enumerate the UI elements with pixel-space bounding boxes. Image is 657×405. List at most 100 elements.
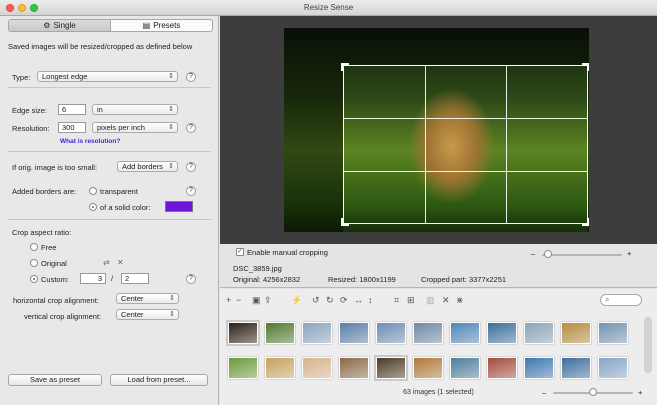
thumbnail[interactable] (413, 357, 443, 379)
image-viewer (220, 16, 657, 244)
crop-grid-line (506, 66, 507, 223)
zoom-slider-knob[interactable] (544, 250, 553, 258)
thumbnail[interactable] (487, 322, 517, 344)
thumbnail[interactable] (598, 322, 628, 344)
too-small-help-button[interactable]: ? (186, 162, 196, 172)
aspect-width-input[interactable]: 3 (80, 273, 106, 284)
divider (8, 219, 211, 220)
flip-horizontal-icon[interactable]: ↔ (354, 295, 363, 305)
borders-solid-label: of a solid color: (100, 203, 151, 212)
rotate-right-icon[interactable]: ↻ (326, 295, 334, 306)
thumbnail[interactable] (265, 322, 295, 344)
border-color-swatch[interactable] (165, 201, 193, 212)
remove-icon[interactable]: − (236, 295, 241, 305)
crop-mask-top (284, 28, 589, 65)
resized-size: Resized: 1800x1199 (328, 275, 396, 284)
tab-single[interactable]: ⚙ Single (9, 20, 111, 31)
aspect-help-button[interactable]: ? (186, 274, 196, 284)
auto-icon[interactable]: ⚡ (291, 295, 302, 306)
thumbnail[interactable] (265, 357, 295, 379)
thumb-size-plus-icon[interactable]: + (638, 388, 642, 397)
crop-handle-top-right[interactable] (582, 63, 589, 71)
thumbnail[interactable] (226, 320, 260, 346)
thumbnail[interactable] (524, 322, 554, 344)
save-as-preset-button[interactable]: Save as preset (8, 374, 102, 386)
swap-icon[interactable]: ⇄ (103, 258, 110, 267)
crop-handle-top-left[interactable] (341, 63, 349, 71)
resolution-help-button[interactable]: ? (186, 123, 196, 133)
rotate-icon[interactable]: ⟳ (340, 295, 348, 306)
grid-icon[interactable]: ⊞ (407, 295, 415, 306)
thumbnail[interactable] (339, 357, 369, 379)
clear-icon[interactable]: ✕ (117, 258, 124, 267)
thumbnail[interactable] (302, 357, 332, 379)
crop-icon[interactable]: ⌗ (394, 295, 399, 306)
thumb-size-slider-knob[interactable] (589, 388, 597, 396)
v-align-select[interactable]: Center (116, 309, 179, 320)
crop-handle-bottom-left[interactable] (341, 218, 349, 226)
thumbnail[interactable] (450, 322, 480, 344)
zoom-out-icon[interactable]: – (531, 249, 535, 258)
thumbnail[interactable] (302, 322, 332, 344)
thumbnail[interactable] (339, 322, 369, 344)
aspect-custom-radio[interactable] (30, 275, 38, 283)
zoom-slider-track[interactable] (542, 254, 622, 256)
flip-vertical-icon[interactable]: ↕ (368, 295, 373, 305)
crop-grid-line (344, 171, 587, 172)
list-icon: ▤ (142, 21, 151, 30)
thumbnail[interactable] (487, 357, 517, 379)
borders-help-button[interactable]: ? (186, 186, 196, 196)
manual-crop-checkbox[interactable]: ✓ (236, 248, 244, 256)
borders-transparent-radio[interactable] (89, 187, 97, 195)
aspect-free-radio[interactable] (30, 243, 38, 251)
search-input[interactable]: ⌕ (600, 294, 642, 306)
h-align-select[interactable]: Center (116, 293, 179, 304)
borders-solid-radio[interactable] (89, 203, 97, 211)
zoom-in-icon[interactable]: + (627, 249, 631, 258)
thumbnail[interactable] (561, 322, 591, 344)
thumb-size-minus-icon[interactable]: – (542, 388, 546, 397)
add-icon[interactable]: + (226, 295, 231, 305)
settings-panel: ⚙ Single ▤ Presets Saved images will be … (0, 16, 219, 405)
file-name: DSC_3859.jpg (233, 264, 282, 273)
edge-size-input[interactable]: 6 (58, 104, 86, 115)
aspect-height-input[interactable]: 2 (121, 273, 149, 284)
too-small-select[interactable]: Add borders (117, 161, 178, 172)
resolution-input[interactable]: 300 (58, 122, 86, 133)
cropped-size: Cropped part: 3377x2251 (421, 275, 507, 284)
edge-unit-select[interactable]: in (92, 104, 178, 115)
crop-grid-line (425, 66, 426, 223)
close-icon[interactable]: ✕ (442, 295, 450, 306)
thumbnail[interactable] (524, 357, 554, 379)
aspect-custom-label: Custom: (41, 275, 69, 284)
thumbnail[interactable] (598, 357, 628, 379)
crop-handle-bottom-right[interactable] (582, 218, 589, 226)
resolution-unit-select[interactable]: pixels per inch (92, 122, 178, 133)
search-icon: ⌕ (605, 295, 610, 304)
what-is-resolution-link[interactable]: What is resolution? (60, 138, 120, 145)
vertical-scrollbar[interactable] (644, 317, 652, 373)
thumbnail[interactable] (561, 357, 591, 379)
rotate-left-icon[interactable]: ↺ (312, 295, 320, 306)
compare-icon[interactable]: ⋇ (456, 295, 464, 306)
manual-crop-label: Enable manual cropping (247, 248, 328, 257)
tab-presets[interactable]: ▤ Presets (111, 20, 212, 31)
aspect-original-radio[interactable] (30, 259, 38, 267)
image-info-bar: ✓ Enable manual cropping DSC_3859.jpg Or… (220, 244, 657, 288)
thumbnail[interactable] (374, 355, 408, 381)
type-select[interactable]: Longest edge (37, 71, 178, 82)
save-icon[interactable]: ▣ (252, 295, 261, 306)
aspect-original-label: Original (41, 259, 67, 268)
crop-rectangle[interactable] (341, 63, 589, 226)
load-from-preset-button[interactable]: Load from preset... (110, 374, 208, 386)
trash-icon[interactable]: ▥ (426, 295, 435, 306)
intro-text: Saved images will be resized/cropped as … (8, 42, 193, 51)
export-icon[interactable]: ⇪ (264, 295, 272, 306)
cheetah-photo[interactable] (284, 28, 589, 232)
thumbnail[interactable] (228, 357, 258, 379)
type-help-button[interactable]: ? (186, 72, 196, 82)
thumbnail[interactable] (376, 322, 406, 344)
thumbnail[interactable] (413, 322, 443, 344)
thumbnail[interactable] (450, 357, 480, 379)
too-small-label: If orig. image is too small: (12, 163, 98, 172)
